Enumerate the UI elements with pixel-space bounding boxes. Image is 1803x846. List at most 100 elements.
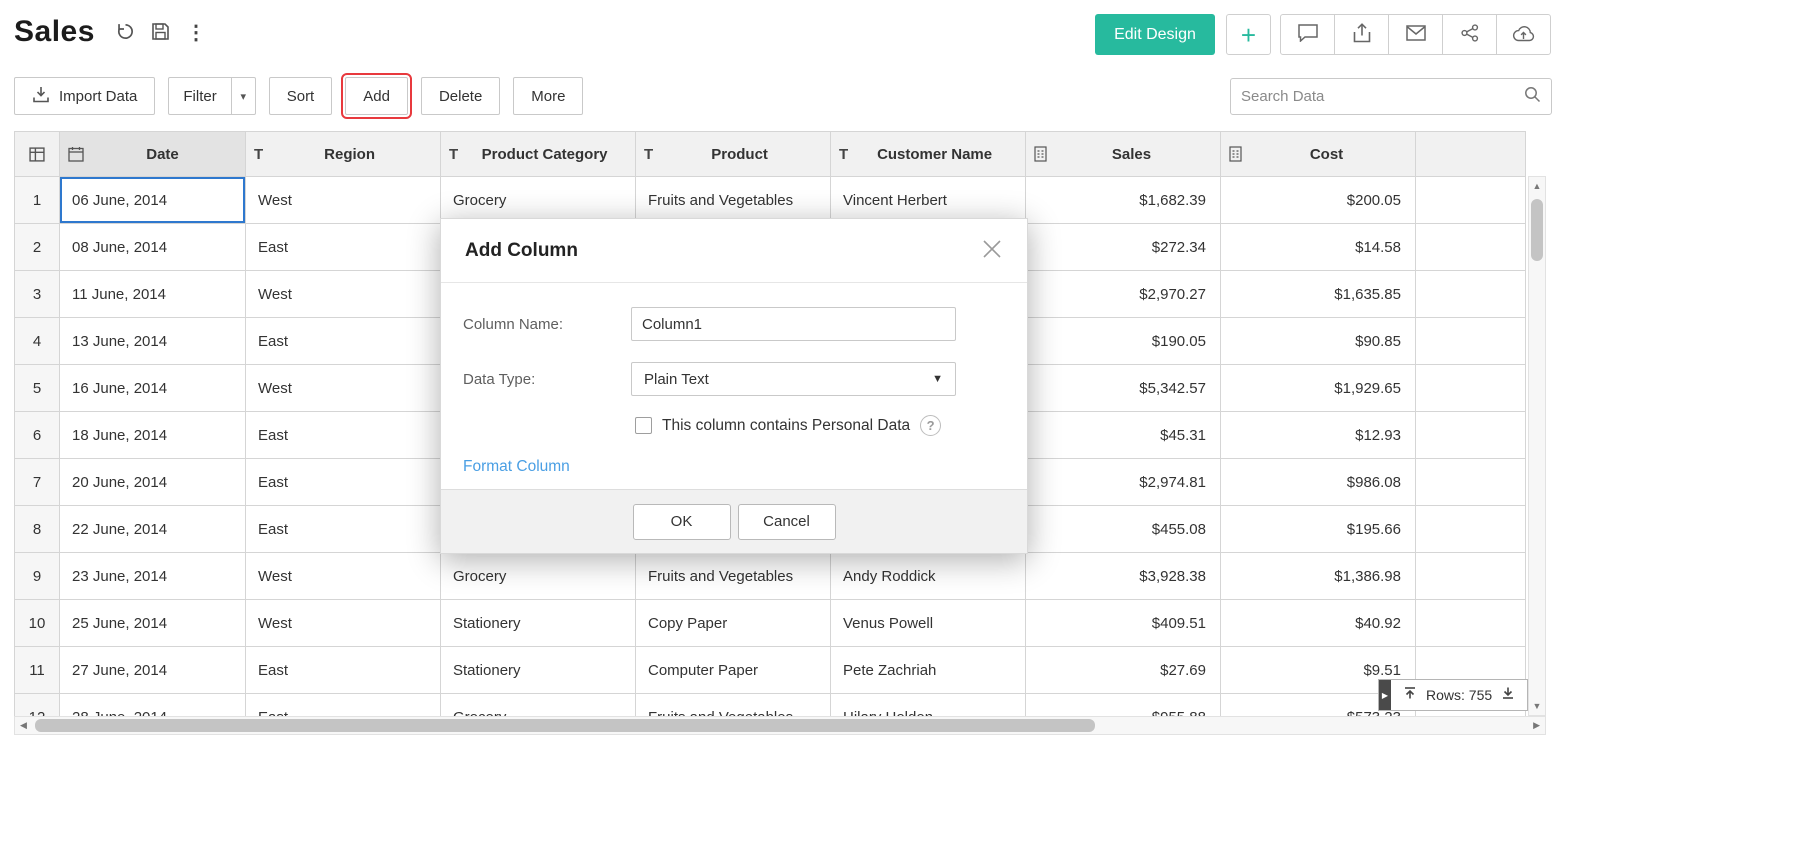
title-more-button[interactable]: ⋮ bbox=[186, 23, 206, 43]
cell-customer-name[interactable]: Venus Powell bbox=[831, 600, 1026, 647]
cell-date[interactable]: 25 June, 2014 bbox=[60, 600, 246, 647]
row-number[interactable]: 8 bbox=[15, 506, 60, 553]
horizontal-scroll-thumb[interactable] bbox=[35, 719, 1095, 732]
row-number[interactable]: 2 bbox=[15, 224, 60, 271]
cell-product-category[interactable]: Stationery bbox=[441, 600, 636, 647]
row-number[interactable]: 10 bbox=[15, 600, 60, 647]
cell-date[interactable]: 27 June, 2014 bbox=[60, 647, 246, 694]
cell-region[interactable]: East bbox=[246, 506, 441, 553]
cell-cost[interactable]: $90.85 bbox=[1221, 318, 1416, 365]
export-button[interactable] bbox=[1334, 14, 1389, 55]
cell-empty[interactable] bbox=[1416, 177, 1526, 224]
cell-region[interactable]: East bbox=[246, 318, 441, 365]
cell-sales[interactable]: $409.51 bbox=[1026, 600, 1221, 647]
cell-product[interactable]: Computer Paper bbox=[636, 647, 831, 694]
personal-data-checkbox[interactable] bbox=[635, 417, 652, 434]
cell-sales[interactable]: $27.69 bbox=[1026, 647, 1221, 694]
refresh-button[interactable] bbox=[116, 22, 135, 44]
cell-sales[interactable]: $45.31 bbox=[1026, 412, 1221, 459]
scroll-left-arrow-icon[interactable]: ◀ bbox=[15, 720, 32, 731]
cell-date[interactable]: 11 June, 2014 bbox=[60, 271, 246, 318]
dialog-close-button[interactable] bbox=[981, 238, 1003, 263]
cell-customer-name[interactable]: Hilary Holden bbox=[831, 694, 1026, 717]
cell-product[interactable]: Fruits and Vegetables bbox=[636, 177, 831, 224]
horizontal-scrollbar[interactable]: ◀ ▶ bbox=[14, 716, 1546, 735]
cell-date[interactable]: 08 June, 2014 bbox=[60, 224, 246, 271]
cell-product-category[interactable]: Grocery bbox=[441, 553, 636, 600]
cell-cost[interactable]: $195.66 bbox=[1221, 506, 1416, 553]
column-name-input[interactable] bbox=[631, 307, 956, 341]
cell-empty[interactable] bbox=[1416, 318, 1526, 365]
email-button[interactable] bbox=[1388, 14, 1443, 55]
publish-button[interactable] bbox=[1496, 14, 1551, 55]
row-number[interactable]: 7 bbox=[15, 459, 60, 506]
delete-button[interactable]: Delete bbox=[421, 77, 500, 115]
cell-region[interactable]: East bbox=[246, 647, 441, 694]
cell-region[interactable]: West bbox=[246, 553, 441, 600]
cell-date[interactable]: 16 June, 2014 bbox=[60, 365, 246, 412]
cell-date[interactable]: 13 June, 2014 bbox=[60, 318, 246, 365]
sort-button[interactable]: Sort bbox=[269, 77, 333, 115]
cell-sales[interactable]: $5,342.57 bbox=[1026, 365, 1221, 412]
row-number[interactable]: 12 bbox=[15, 694, 60, 717]
cell-product[interactable]: Copy Paper bbox=[636, 600, 831, 647]
ok-button[interactable]: OK bbox=[633, 504, 731, 540]
cell-empty[interactable] bbox=[1416, 553, 1526, 600]
column-header-region[interactable]: T Region bbox=[246, 132, 441, 177]
cell-customer-name[interactable]: Vincent Herbert bbox=[831, 177, 1026, 224]
cell-empty[interactable] bbox=[1416, 506, 1526, 553]
row-number[interactable]: 6 bbox=[15, 412, 60, 459]
cell-product-category[interactable]: Stationery bbox=[441, 647, 636, 694]
cell-product[interactable]: Fruits and Vegetables bbox=[636, 553, 831, 600]
cell-cost[interactable]: $40.92 bbox=[1221, 600, 1416, 647]
cell-cost[interactable]: $200.05 bbox=[1221, 177, 1416, 224]
cell-region[interactable]: East bbox=[246, 224, 441, 271]
cell-sales[interactable]: $455.08 bbox=[1026, 506, 1221, 553]
cell-date[interactable]: 28 June, 2014 bbox=[60, 694, 246, 717]
save-button[interactable] bbox=[151, 22, 170, 44]
cell-empty[interactable] bbox=[1416, 412, 1526, 459]
cell-sales[interactable]: $955.88 bbox=[1026, 694, 1221, 717]
column-header-empty[interactable] bbox=[1416, 132, 1526, 177]
row-number[interactable]: 3 bbox=[15, 271, 60, 318]
cell-cost[interactable]: $14.58 bbox=[1221, 224, 1416, 271]
share-button[interactable] bbox=[1442, 14, 1497, 55]
cell-product[interactable]: Fruits and Vegetables bbox=[636, 694, 831, 717]
add-button[interactable]: Add bbox=[345, 77, 408, 115]
cell-customer-name[interactable]: Pete Zachriah bbox=[831, 647, 1026, 694]
cell-date[interactable]: 18 June, 2014 bbox=[60, 412, 246, 459]
cell-date[interactable]: 20 June, 2014 bbox=[60, 459, 246, 506]
more-button[interactable]: More bbox=[513, 77, 583, 115]
cell-date[interactable]: 22 June, 2014 bbox=[60, 506, 246, 553]
filter-button[interactable]: Filter ▾ bbox=[168, 77, 255, 115]
cell-cost[interactable]: $1,929.65 bbox=[1221, 365, 1416, 412]
scroll-to-top-icon[interactable] bbox=[1403, 686, 1417, 705]
cell-sales[interactable]: $190.05 bbox=[1026, 318, 1221, 365]
cell-date[interactable]: 06 June, 2014 bbox=[60, 177, 246, 224]
scroll-down-arrow-icon[interactable]: ▼ bbox=[1533, 697, 1542, 715]
data-type-select[interactable]: Plain Text ▼ bbox=[631, 362, 956, 396]
cell-region[interactable]: West bbox=[246, 365, 441, 412]
rows-counter-collapse-handle[interactable]: ▶ bbox=[1379, 680, 1391, 710]
vertical-scroll-thumb[interactable] bbox=[1531, 199, 1543, 261]
cell-region[interactable]: East bbox=[246, 412, 441, 459]
cell-empty[interactable] bbox=[1416, 459, 1526, 506]
row-number[interactable]: 5 bbox=[15, 365, 60, 412]
cell-sales[interactable]: $2,974.81 bbox=[1026, 459, 1221, 506]
vertical-scrollbar[interactable]: ▲ ▼ bbox=[1528, 176, 1546, 716]
column-header-sales[interactable]: Sales bbox=[1026, 132, 1221, 177]
scroll-to-bottom-icon[interactable] bbox=[1501, 686, 1515, 705]
import-data-button[interactable]: Import Data bbox=[14, 77, 155, 115]
column-header-product[interactable]: T Product bbox=[636, 132, 831, 177]
cell-product-category[interactable]: Grocery bbox=[441, 177, 636, 224]
search-icon[interactable] bbox=[1524, 86, 1541, 108]
cell-sales[interactable]: $1,682.39 bbox=[1026, 177, 1221, 224]
row-number[interactable]: 11 bbox=[15, 647, 60, 694]
row-number[interactable]: 4 bbox=[15, 318, 60, 365]
column-header-date[interactable]: Date bbox=[60, 132, 246, 177]
help-icon[interactable]: ? bbox=[920, 415, 941, 436]
cell-date[interactable]: 23 June, 2014 bbox=[60, 553, 246, 600]
column-header-customer-name[interactable]: T Customer Name bbox=[831, 132, 1026, 177]
cell-region[interactable]: West bbox=[246, 600, 441, 647]
cell-product-category[interactable]: Grocery bbox=[441, 694, 636, 717]
